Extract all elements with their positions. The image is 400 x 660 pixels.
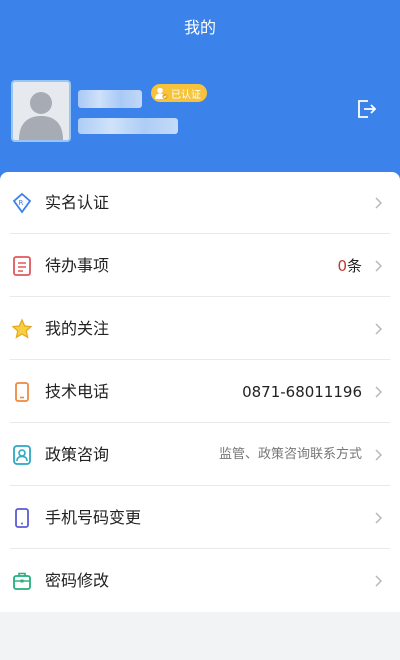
menu-item-my-follows[interactable]: 我的关注 bbox=[0, 298, 400, 360]
menu-item-label: 政策咨询 bbox=[45, 445, 110, 464]
star-icon bbox=[11, 318, 33, 339]
svg-text:R: R bbox=[19, 199, 24, 207]
menu-item-change-password[interactable]: 密码修改 bbox=[0, 550, 400, 612]
todo-count-number: 0 bbox=[337, 257, 347, 275]
briefcase-icon bbox=[13, 572, 31, 590]
menu-item-label: 技术电话 bbox=[45, 382, 110, 401]
menu-item-real-name-auth[interactable]: R 实名认证 bbox=[0, 172, 400, 234]
menu-item-todo[interactable]: 待办事项 0条 bbox=[0, 235, 400, 297]
todo-count: 0条 bbox=[337, 235, 362, 297]
menu-item-label: 手机号码变更 bbox=[45, 508, 142, 527]
verified-user-icon bbox=[155, 87, 168, 100]
policy-consult-desc: 监管、政策咨询联系方式 bbox=[218, 447, 362, 462]
todo-list-icon bbox=[13, 256, 31, 276]
user-id-blurred bbox=[78, 118, 178, 134]
menu-item-label: 我的关注 bbox=[45, 319, 110, 338]
id-badge-icon: R bbox=[12, 192, 32, 214]
divider bbox=[10, 485, 390, 486]
menu-card: R 实名认证 待办事项 0条 我的关注 技术电话 0871-68011196 政… bbox=[0, 172, 400, 612]
verified-badge: 已认证 bbox=[151, 84, 207, 102]
phone-icon bbox=[15, 382, 29, 402]
menu-item-label: 待办事项 bbox=[45, 256, 110, 275]
todo-count-unit: 条 bbox=[346, 257, 362, 275]
divider bbox=[10, 233, 390, 234]
avatar[interactable] bbox=[11, 80, 71, 142]
chevron-right-icon bbox=[375, 260, 383, 272]
menu-item-label: 实名认证 bbox=[45, 193, 110, 212]
tech-phone-number: 0871-68011196 bbox=[242, 383, 362, 401]
chevron-right-icon bbox=[375, 386, 383, 398]
mobile-icon bbox=[15, 508, 29, 528]
verified-badge-label: 已认证 bbox=[171, 89, 201, 101]
chevron-right-icon bbox=[375, 197, 383, 209]
logout-icon[interactable] bbox=[354, 97, 378, 121]
menu-item-change-phone[interactable]: 手机号码变更 bbox=[0, 487, 400, 549]
divider bbox=[10, 422, 390, 423]
chevron-right-icon bbox=[375, 575, 383, 587]
menu-item-tech-phone[interactable]: 技术电话 0871-68011196 bbox=[0, 361, 400, 423]
chevron-right-icon bbox=[375, 323, 383, 335]
page-title: 我的 bbox=[183, 18, 216, 37]
divider bbox=[10, 548, 390, 549]
profile-header: 我的 已认证 bbox=[0, 0, 400, 200]
chevron-right-icon bbox=[375, 449, 383, 461]
divider bbox=[10, 296, 390, 297]
contact-card-icon bbox=[13, 445, 31, 465]
chevron-right-icon bbox=[375, 512, 383, 524]
user-name-blurred bbox=[78, 90, 142, 108]
menu-item-label: 密码修改 bbox=[45, 571, 110, 590]
menu-item-policy-consult[interactable]: 政策咨询 监管、政策咨询联系方式 bbox=[0, 424, 400, 486]
divider bbox=[10, 359, 390, 360]
